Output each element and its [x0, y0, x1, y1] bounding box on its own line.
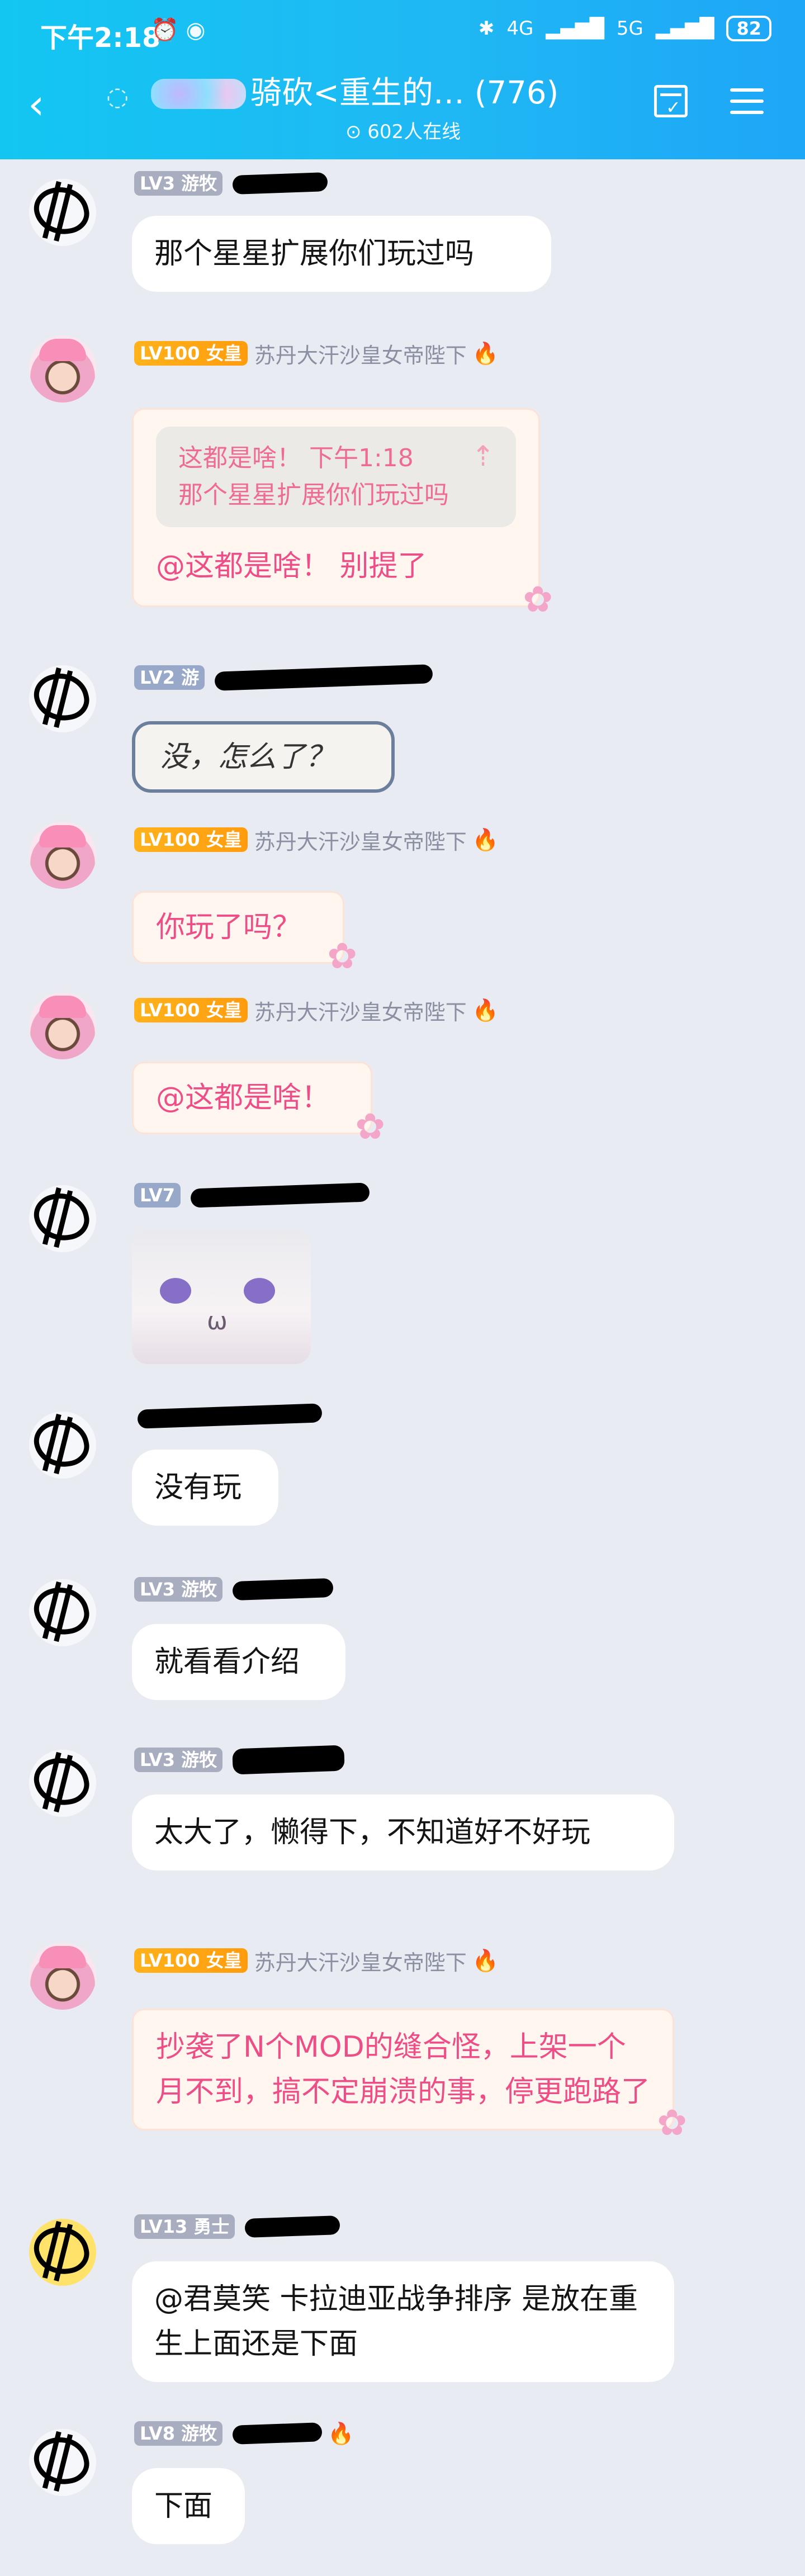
avatar[interactable]	[29, 1943, 96, 2010]
message-bubble[interactable]: 你玩了吗？	[132, 891, 357, 979]
ear-mode-icon[interactable]: ◌	[106, 81, 129, 111]
avatar[interactable]	[29, 2429, 96, 2496]
sender-meta: LV3 游牧	[134, 170, 328, 197]
bluetooth-icon: ✱	[478, 17, 495, 40]
level-badge: LV3 游牧	[134, 171, 223, 196]
sender-name: 苏丹大汗沙皇女帝陛下	[254, 1950, 467, 1975]
level-badge: LV100 女皇	[134, 341, 248, 366]
sender-meta: LV3 游牧	[134, 1745, 345, 1775]
flame-icon: 🔥	[472, 1948, 499, 1973]
redacted-name	[244, 2215, 340, 2238]
avatar[interactable]	[29, 2219, 96, 2286]
avatar[interactable]	[29, 665, 96, 732]
signal-5g: 5G	[616, 17, 643, 40]
online-count-text: 602人在线	[367, 121, 461, 143]
group-title-emoji-blur	[151, 79, 246, 109]
quote-header: 这都是啥！ 下午1:18	[178, 444, 414, 472]
message-bubble[interactable]: 就看看介绍	[132, 1624, 345, 1700]
redacted-name	[232, 1745, 345, 1775]
message-bubble[interactable]: @这都是啥！	[132, 1062, 385, 1149]
sender-name: 苏丹大汗沙皇女帝陛下	[254, 829, 467, 854]
signal-4g: 4G	[506, 17, 534, 40]
redacted-name	[137, 1403, 323, 1429]
status-bar: 下午2:18 ⏰ ◉ ✱ 4G ▂▄▆█ 5G ▂▄▆█ 82	[0, 0, 805, 67]
message-bubble[interactable]: 下面	[132, 2468, 245, 2544]
flame-icon: 🔥	[472, 827, 499, 852]
menu-icon[interactable]	[730, 88, 764, 122]
level-badge: LV3 游牧	[134, 1577, 223, 1602]
redacted-name	[232, 172, 328, 195]
battery-indicator: 82	[726, 16, 771, 41]
redacted-name	[232, 2422, 323, 2445]
avatar[interactable]	[29, 1185, 96, 1252]
level-badge: LV7	[134, 1183, 181, 1208]
level-badge: LV13 勇士	[134, 2214, 235, 2239]
sender-meta: LV7	[134, 1182, 370, 1209]
signal-bars-icon-2: ▂▄▆█	[655, 17, 714, 40]
quote-body: 那个星星扩展你们玩过吗	[178, 481, 449, 509]
message-bubble[interactable]: 那个星星扩展你们玩过吗	[132, 216, 551, 292]
flame-icon: 🔥	[472, 340, 499, 366]
signal-bars-icon: ▂▄▆█	[546, 17, 604, 40]
avatar[interactable]	[29, 822, 96, 889]
message-bubble[interactable]: 太大了，懒得下，不知道好不好玩	[132, 1794, 674, 1871]
level-badge: LV2 游	[134, 665, 205, 690]
avatar[interactable]	[29, 335, 96, 402]
calendar-checkin-icon[interactable]: ✓	[654, 85, 688, 118]
sticker-image[interactable]	[132, 1230, 311, 1364]
sender-meta: LV2 游	[134, 664, 433, 691]
sender-meta: LV8 游牧 🔥	[134, 2420, 354, 2447]
sender-meta: LV100 女皇 苏丹大汗沙皇女帝陛下 🔥	[134, 1947, 499, 1975]
back-button[interactable]: ‹	[28, 84, 45, 125]
sender-meta: LV100 女皇 苏丹大汗沙皇女帝陛下 🔥	[134, 826, 499, 854]
redacted-name	[190, 1182, 370, 1208]
message-bubble[interactable]: 这都是啥！ 下午1:18 那个星星扩展你们玩过吗 ⇡ @这都是啥！ 别提了	[132, 408, 553, 622]
level-badge: LV100 女皇	[134, 1948, 248, 1973]
level-badge: LV100 女皇	[134, 998, 248, 1022]
group-title-text: 骑砍<重生的… (776)	[250, 75, 559, 111]
avatar[interactable]	[29, 1412, 96, 1479]
online-count: ⊙ 602人在线	[345, 121, 461, 143]
avatar[interactable]	[29, 1750, 96, 1817]
sender-meta: LV100 女皇 苏丹大汗沙皇女帝陛下 🔥	[134, 340, 499, 368]
redacted-name	[214, 664, 433, 691]
avatar[interactable]	[29, 1579, 96, 1646]
redacted-name	[232, 1578, 334, 1601]
notification-icons: ⏰ ◉	[151, 17, 206, 43]
level-badge: LV8 游牧	[134, 2421, 223, 2446]
message-bubble[interactable]: 抄袭了N个MOD的缝合怪，上架一个月不到，搞不定崩溃的事，停更跑路了	[132, 2009, 687, 2146]
flame-icon: 🔥	[472, 997, 499, 1022]
chat-header: 下午2:18 ⏰ ◉ ✱ 4G ▂▄▆█ 5G ▂▄▆█ 82 ‹ ◌ 骑砍<重…	[0, 0, 805, 159]
flame-icon: 🔥	[328, 2421, 354, 2446]
message-bubble[interactable]: 没，怎么了？	[132, 721, 395, 793]
message-bubble[interactable]: 没有玩	[132, 1450, 278, 1526]
status-right: ✱ 4G ▂▄▆█ 5G ▂▄▆█ 82	[479, 16, 771, 41]
avatar[interactable]	[29, 992, 96, 1059]
sender-meta	[134, 1403, 323, 1429]
sender-meta: LV3 游牧	[134, 1576, 334, 1603]
message-bubble[interactable]: @君莫笑 卡拉迪亚战争排序 是放在重生上面还是下面	[132, 2261, 674, 2382]
sender-name: 苏丹大汗沙皇女帝陛下	[254, 343, 467, 368]
group-title[interactable]: 骑砍<重生的… (776)	[151, 72, 558, 115]
avatar[interactable]	[29, 179, 96, 246]
sender-name: 苏丹大汗沙皇女帝陛下	[254, 1000, 467, 1025]
sender-meta: LV100 女皇 苏丹大汗沙皇女帝陛下 🔥	[134, 997, 499, 1025]
quoted-message[interactable]: 这都是啥！ 下午1:18 那个星星扩展你们玩过吗 ⇡	[156, 427, 516, 527]
jump-to-quote-icon[interactable]: ⇡	[471, 438, 495, 475]
level-badge: LV100 女皇	[134, 827, 248, 852]
status-time: 下午2:18	[40, 22, 161, 54]
sender-meta: LV13 勇士	[134, 2213, 340, 2240]
message-text: @这都是啥！ 别提了	[156, 550, 427, 583]
level-badge: LV3 游牧	[134, 1748, 223, 1772]
